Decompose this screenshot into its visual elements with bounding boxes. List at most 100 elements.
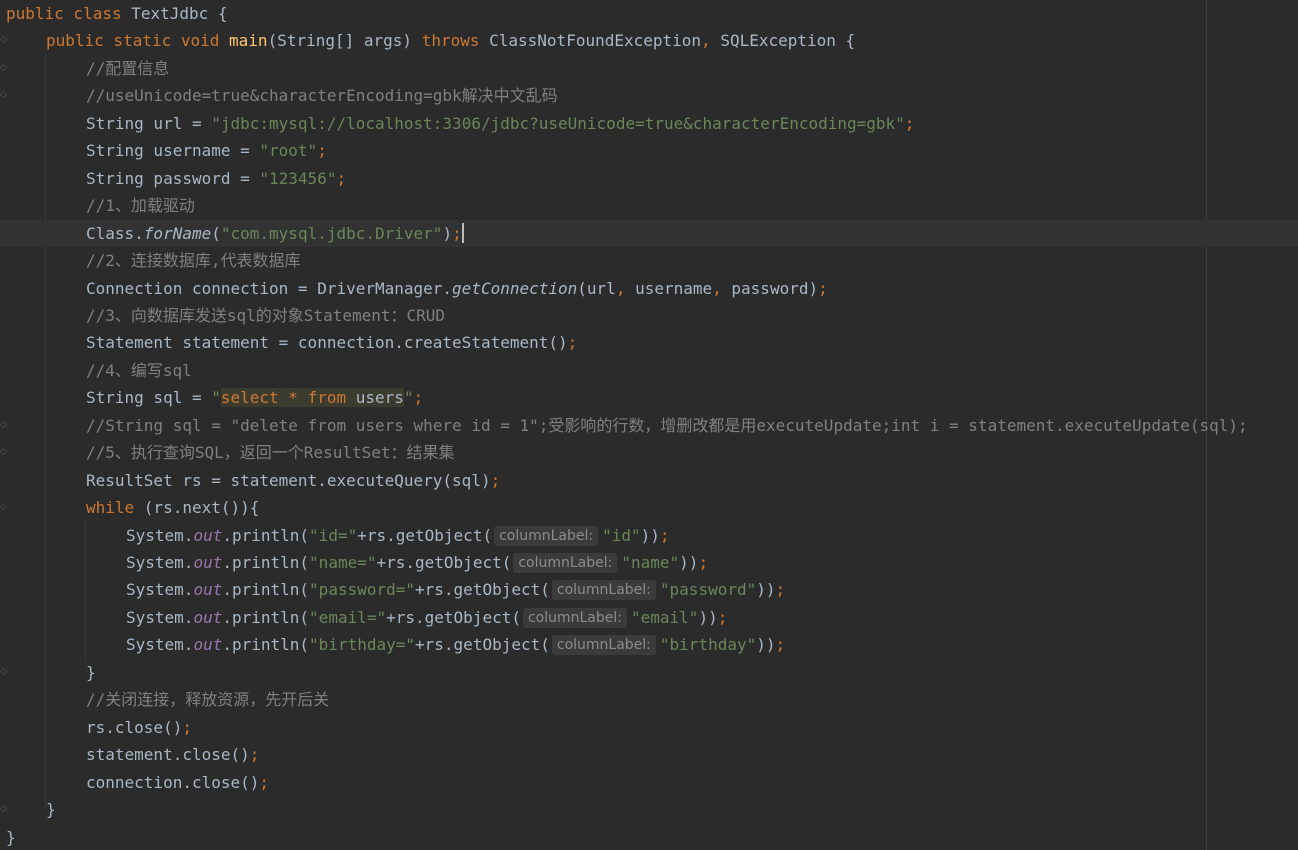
code-line[interactable]: String url = "jdbc:mysql://localhost:330…	[0, 110, 1298, 137]
code-line-text: //4、编写sql	[86, 357, 192, 384]
code-line-text: statement.close();	[86, 741, 259, 768]
code-line[interactable]: //2、连接数据库,代表数据库	[0, 247, 1298, 274]
fold-marker-icon[interactable]: ◇	[0, 494, 8, 521]
code-line[interactable]: }	[0, 824, 1298, 850]
code-token: TextJdbc {	[131, 4, 228, 23]
code-line[interactable]: String username = "root";	[0, 137, 1298, 164]
code-token: }	[86, 662, 96, 682]
fold-marker-icon[interactable]: ◇	[0, 659, 8, 686]
code-token: Statement statement = connection.createS…	[86, 333, 568, 353]
code-line[interactable]: //4、编写sql	[0, 357, 1298, 384]
code-line[interactable]: //1、加载驱动	[0, 192, 1298, 219]
code-line-text: }	[6, 824, 16, 850]
code-token: throws	[421, 31, 490, 51]
code-token: System.	[126, 607, 194, 627]
code-token: "password="	[309, 580, 416, 600]
code-line-text: System.out.println("email="+rs.getObject…	[126, 604, 727, 631]
code-line[interactable]: ◇ public static void main(String[] args) …	[0, 27, 1298, 54]
code-token: }	[6, 827, 16, 847]
code-token: ;	[413, 388, 424, 408]
code-token: String sql =	[86, 388, 212, 408]
code-line-text: //配置信息	[86, 55, 169, 82]
fold-marker-icon[interactable]: ◇	[0, 439, 8, 466]
code-line-text: String password = "123456";	[86, 165, 346, 192]
code-line[interactable]: Connection connection = DriverManager.ge…	[0, 275, 1298, 302]
code-token: while	[86, 498, 144, 518]
code-line[interactable]: rs.close();	[0, 714, 1298, 741]
code-token: "birthday"	[659, 635, 757, 655]
code-token: ))	[756, 580, 776, 600]
code-token: "password"	[659, 580, 757, 600]
code-token: rs.close()	[86, 717, 183, 737]
code-line[interactable]: ◇ while (rs.next()){	[0, 494, 1298, 521]
code-editor[interactable]: public class TextJdbc {◇ public static vo…	[0, 0, 1298, 850]
code-line[interactable]: Statement statement = connection.createS…	[0, 329, 1298, 356]
code-token: ,	[701, 31, 721, 51]
code-token: (rs.next()){	[143, 498, 260, 518]
code-token: System.	[126, 635, 194, 655]
code-line[interactable]: connection.close();	[0, 769, 1298, 796]
code-token: getConnection	[452, 278, 578, 298]
code-line-text: Connection connection = DriverManager.ge…	[86, 275, 828, 302]
code-line-text: connection.close();	[86, 769, 269, 796]
code-line-current[interactable]: Class.forName("com.mysql.jdbc.Driver");	[0, 219, 1298, 247]
code-line[interactable]: System.out.println("birthday="+rs.getObj…	[0, 631, 1298, 658]
fold-marker-icon[interactable]: ◇	[0, 55, 8, 82]
code-token: ))	[756, 635, 776, 655]
code-line[interactable]: ◇ //String sql = "delete from users where…	[0, 412, 1298, 439]
code-line[interactable]: ◇}	[0, 659, 1298, 686]
code-token: public static void	[46, 31, 230, 51]
code-line[interactable]: ◇ //配置信息	[0, 55, 1298, 82]
code-token: ;	[259, 772, 270, 792]
code-token: SQLException {	[720, 31, 856, 51]
code-token: main	[229, 31, 268, 51]
code-token: "email"	[631, 607, 699, 627]
code-line-text: public class TextJdbc {	[6, 0, 228, 27]
code-line[interactable]: String sql = "select * from users";	[0, 384, 1298, 411]
code-line-text: //1、加载驱动	[86, 192, 195, 219]
code-token: ;	[317, 141, 327, 161]
code-line[interactable]: //3、向数据库发送sql的对象Statement：CRUD	[0, 302, 1298, 329]
code-token: }	[46, 800, 56, 820]
code-line[interactable]: statement.close();	[0, 741, 1298, 768]
fold-marker-icon[interactable]: ◇	[0, 82, 8, 109]
code-line[interactable]: public class TextJdbc {	[0, 0, 1298, 27]
code-token: .println(	[222, 607, 310, 627]
code-token: +rs.getObject(	[376, 553, 512, 572]
code-token: ;	[775, 635, 786, 655]
code-line[interactable]: System.out.println("id="+rs.getObject(co…	[0, 522, 1298, 549]
code-line[interactable]: ◇ //useUnicode=true&characterEncoding=gbk…	[0, 82, 1298, 109]
code-token: username	[635, 278, 713, 298]
code-line-text: ResultSet rs = statement.executeQuery(sq…	[86, 467, 500, 494]
code-token: ;	[249, 745, 260, 765]
code-line-text: System.out.println("birthday="+rs.getObj…	[126, 631, 785, 658]
code-line-text: //关闭连接，释放资源，先开后关	[86, 686, 329, 713]
code-line[interactable]: System.out.println("email="+rs.getObject…	[0, 604, 1298, 631]
code-token: ;	[336, 168, 347, 188]
code-line[interactable]: //关闭连接，释放资源，先开后关	[0, 686, 1298, 713]
code-line[interactable]: String password = "123456";	[0, 165, 1298, 192]
code-line[interactable]: ◇}	[0, 796, 1298, 823]
fold-marker-icon[interactable]: ◇	[0, 27, 8, 54]
fold-marker-icon[interactable]: ◇	[0, 412, 8, 439]
code-token: ;	[490, 470, 501, 490]
code-token: String password =	[86, 168, 260, 188]
code-token: (	[211, 223, 221, 243]
code-line[interactable]: System.out.println("name="+rs.getObject(…	[0, 549, 1298, 576]
code-line-text: //String sql = "delete from users where …	[86, 412, 1248, 439]
code-token: //关闭连接，释放资源，先开后关	[86, 690, 330, 710]
code-token: ;	[818, 278, 828, 298]
code-line[interactable]: ◇ //5、执行查询SQL，返回一个ResultSet：结果集	[0, 439, 1298, 466]
code-line[interactable]: ResultSet rs = statement.executeQuery(sq…	[0, 467, 1298, 494]
code-line-text: String username = "root";	[86, 137, 327, 164]
parameter-hint: columnLabel:	[522, 607, 627, 628]
code-token: String username =	[86, 141, 260, 161]
code-token: "id="	[309, 525, 358, 545]
fold-marker-icon[interactable]: ◇	[0, 796, 8, 823]
code-token: .println(	[222, 553, 310, 572]
code-line[interactable]: System.out.println("password="+rs.getObj…	[0, 576, 1298, 603]
code-token: users	[355, 388, 404, 408]
code-token: "name"	[621, 553, 680, 572]
code-token: "birthday="	[309, 635, 416, 655]
code-token: (String[] args)	[267, 31, 422, 51]
